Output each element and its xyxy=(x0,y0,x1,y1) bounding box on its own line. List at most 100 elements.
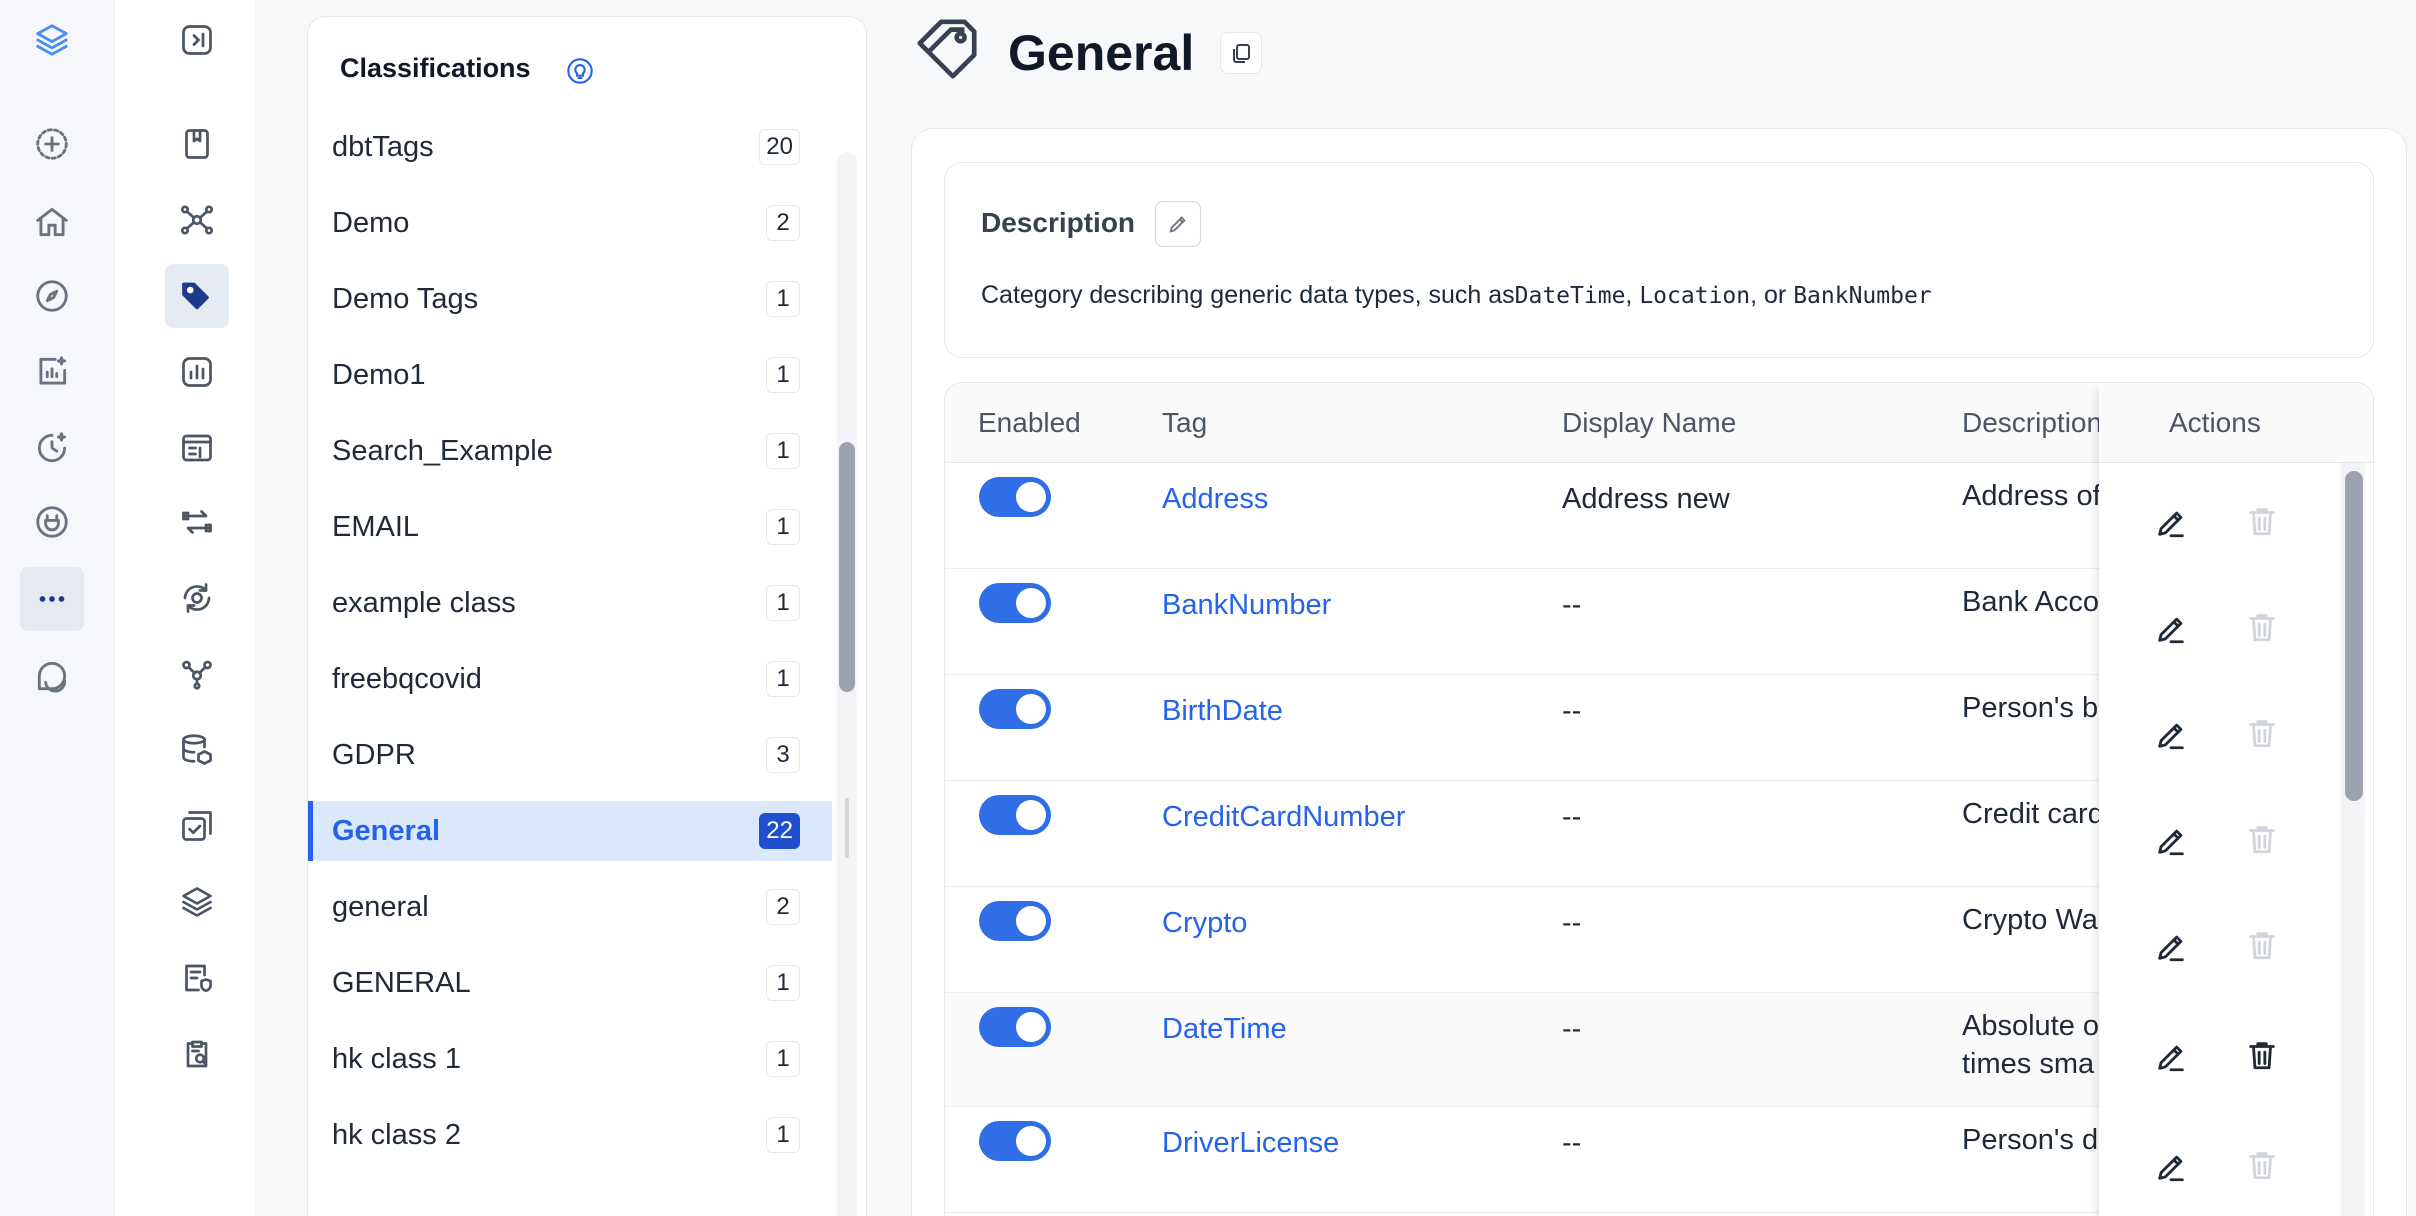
classification-item[interactable]: Search_Example 1 xyxy=(308,421,832,481)
nodes-icon[interactable] xyxy=(165,642,229,706)
classification-item[interactable]: hk class 2 1 xyxy=(308,1105,832,1165)
classification-count-badge: 1 xyxy=(766,585,800,621)
display-name-cell: -- xyxy=(1562,695,1582,727)
lightbulb-icon[interactable] xyxy=(566,57,594,85)
enabled-toggle[interactable] xyxy=(979,477,1051,517)
list-scrollbar-thumb[interactable] xyxy=(839,442,855,692)
table-scrollbar-thumb[interactable] xyxy=(2345,471,2363,801)
delete-tag-icon[interactable] xyxy=(2245,1038,2279,1072)
edit-tag-icon[interactable] xyxy=(2154,718,2188,752)
classification-item[interactable]: GENERAL 1 xyxy=(308,953,832,1013)
edit-tag-icon[interactable] xyxy=(2154,824,2188,858)
description-line: Person's b xyxy=(1962,692,2099,724)
settings-sync-icon[interactable] xyxy=(165,566,229,630)
tag-link[interactable]: DriverLicense xyxy=(1162,1127,1339,1160)
classification-item[interactable]: Demo1 1 xyxy=(308,345,832,405)
classification-item[interactable]: GDPR 3 xyxy=(308,725,832,785)
lineage-network-icon[interactable] xyxy=(165,188,229,252)
enabled-toggle[interactable] xyxy=(979,795,1051,835)
classification-item[interactable]: hk class 1 1 xyxy=(308,1029,832,1089)
logo-layers-icon[interactable] xyxy=(20,8,84,72)
insights-chart-icon[interactable] xyxy=(20,340,84,404)
sidebar-toggle-icon[interactable] xyxy=(165,8,229,72)
tag-link[interactable]: DateTime xyxy=(1162,1013,1287,1046)
enabled-toggle[interactable] xyxy=(979,901,1051,941)
database-icon[interactable] xyxy=(165,718,229,782)
delete-tag-icon[interactable] xyxy=(2245,716,2279,750)
tag-link[interactable]: CreditCardNumber xyxy=(1162,801,1405,834)
glossary-book-icon[interactable] xyxy=(165,112,229,176)
policy-check-icon[interactable] xyxy=(165,946,229,1010)
classification-name: dbtTags xyxy=(332,130,434,163)
classification-name: GENERAL xyxy=(332,966,471,999)
classification-name: example class xyxy=(332,586,516,619)
description-cell: Credit card xyxy=(1962,795,2102,833)
home-icon[interactable] xyxy=(20,190,84,254)
classification-item[interactable]: freebqcovid 1 xyxy=(308,649,832,709)
tags-icon[interactable] xyxy=(165,264,229,328)
delete-tag-icon[interactable] xyxy=(2245,504,2279,538)
classification-item[interactable]: general 2 xyxy=(308,877,832,937)
description-code-location: Location xyxy=(1639,283,1751,309)
classification-name: General xyxy=(332,814,440,847)
tag-link[interactable]: BankNumber xyxy=(1162,589,1331,622)
header-tag: Tag xyxy=(1162,407,1208,438)
enabled-toggle[interactable] xyxy=(979,583,1051,623)
classification-count-badge: 1 xyxy=(766,357,800,393)
copy-button[interactable] xyxy=(1220,32,1263,74)
classification-name: general xyxy=(332,890,429,923)
table-layout-icon[interactable] xyxy=(165,416,229,480)
classification-name: GDPR xyxy=(332,738,416,771)
classification-name: Demo xyxy=(332,206,410,239)
enabled-toggle[interactable] xyxy=(979,1121,1051,1161)
classification-count-badge: 2 xyxy=(766,889,800,925)
plug-icon[interactable] xyxy=(20,490,84,554)
classification-name: freebqcovid xyxy=(332,662,482,695)
delete-tag-icon[interactable] xyxy=(2245,610,2279,644)
bar-chart-icon[interactable] xyxy=(165,340,229,404)
task-check-icon[interactable] xyxy=(165,794,229,858)
classification-item[interactable]: example class 1 xyxy=(308,573,832,633)
tag-link[interactable]: BirthDate xyxy=(1162,695,1283,728)
delete-tag-icon[interactable] xyxy=(2245,1148,2279,1182)
plus-icon[interactable] xyxy=(20,112,84,176)
stack-layers-icon[interactable] xyxy=(165,870,229,934)
edit-tag-icon[interactable] xyxy=(2154,506,2188,540)
chat-icon[interactable] xyxy=(20,644,84,708)
more-dots-icon[interactable] xyxy=(20,567,84,631)
classification-name: Demo Tags xyxy=(332,282,479,315)
compass-icon[interactable] xyxy=(20,264,84,328)
enabled-toggle[interactable] xyxy=(979,1007,1051,1047)
classification-item[interactable]: Demo 2 xyxy=(308,193,832,253)
clipboard-search-icon[interactable] xyxy=(165,1022,229,1086)
classification-item[interactable]: General 22 xyxy=(308,801,832,861)
description-cell: Person's d xyxy=(1962,1121,2102,1159)
edit-tag-icon[interactable] xyxy=(2154,1150,2188,1184)
panel-resize-handle[interactable] xyxy=(845,798,849,858)
tag-link[interactable]: Crypto xyxy=(1162,907,1247,940)
edit-description-button[interactable] xyxy=(1155,201,1201,247)
edit-tag-icon[interactable] xyxy=(2154,1040,2188,1074)
edit-tag-icon[interactable] xyxy=(2154,612,2188,646)
primary-nav-rail xyxy=(0,0,115,1216)
transfer-icon[interactable] xyxy=(165,490,229,554)
page-title: General xyxy=(1008,25,1195,81)
classification-count-badge: 1 xyxy=(766,965,800,1001)
clock-sparkle-icon[interactable] xyxy=(20,416,84,480)
classification-count-badge: 3 xyxy=(766,737,800,773)
delete-tag-icon[interactable] xyxy=(2245,822,2279,856)
tag-link[interactable]: Address xyxy=(1162,483,1268,516)
classification-item[interactable]: dbtTags 20 xyxy=(308,117,832,177)
enabled-toggle[interactable] xyxy=(979,689,1051,729)
header-enabled: Enabled xyxy=(978,407,1081,438)
classification-item[interactable]: EMAIL 1 xyxy=(308,497,832,557)
classification-item[interactable]: Demo Tags 1 xyxy=(308,269,832,329)
secondary-nav xyxy=(115,0,255,1216)
classification-count-badge: 1 xyxy=(766,661,800,697)
delete-tag-icon[interactable] xyxy=(2245,928,2279,962)
classification-count-badge: 2 xyxy=(766,205,800,241)
header-display-name: Display Name xyxy=(1562,407,1737,438)
description-label: Description xyxy=(981,207,1136,238)
edit-tag-icon[interactable] xyxy=(2154,930,2188,964)
display-name-cell: -- xyxy=(1562,1013,1582,1045)
